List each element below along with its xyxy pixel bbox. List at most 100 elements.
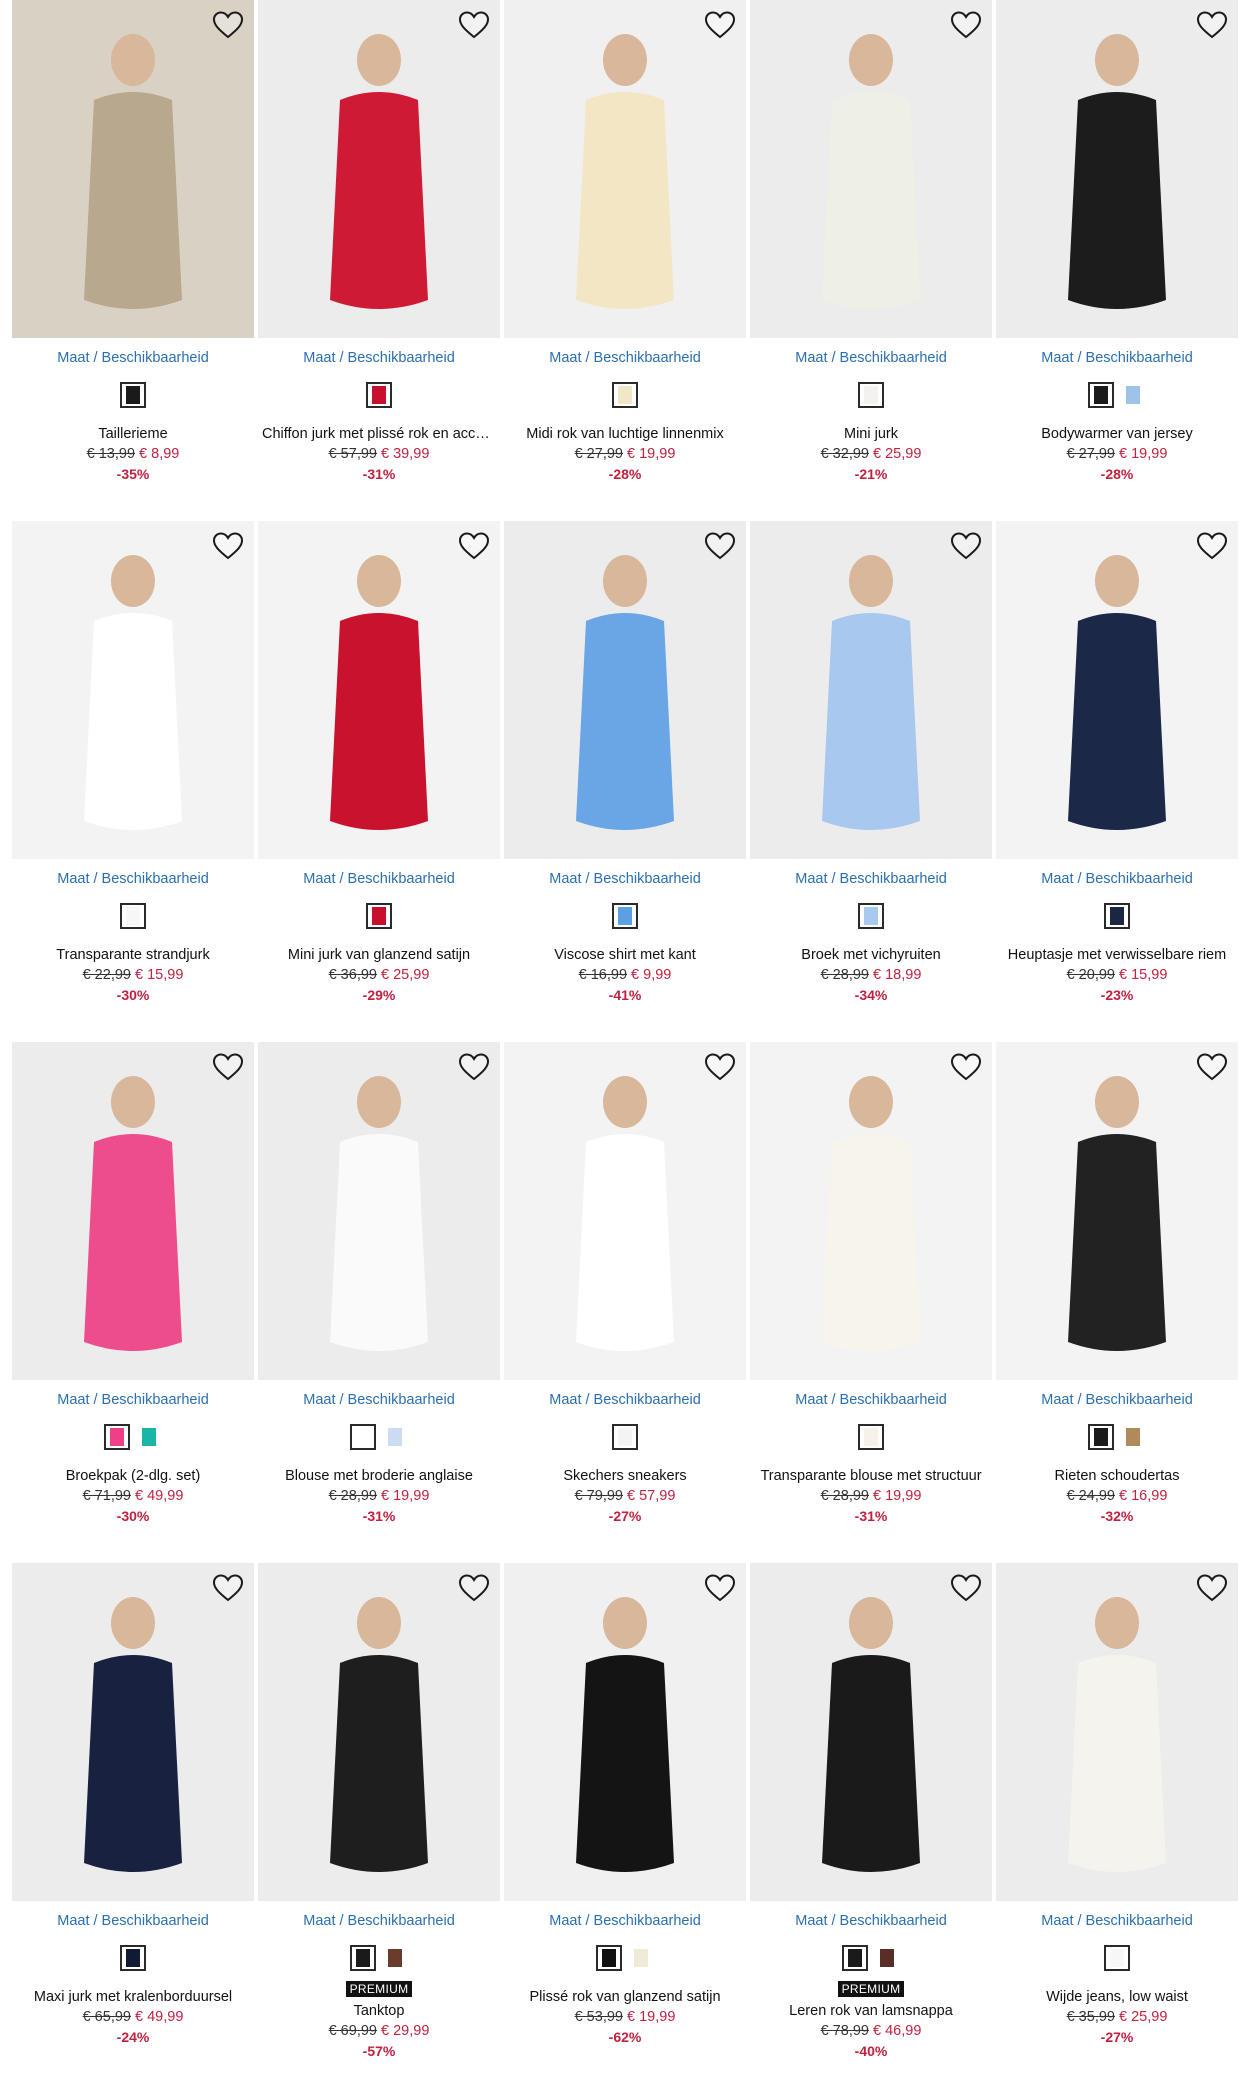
- color-swatch[interactable]: [1120, 1424, 1146, 1450]
- color-swatch[interactable]: [596, 1945, 622, 1971]
- color-swatch[interactable]: [120, 1945, 146, 1971]
- product-card[interactable]: Maat / Beschikbaarheid Taillerieme € 13,…: [12, 0, 254, 521]
- product-card[interactable]: Maat / Beschikbaarheid Skechers sneakers…: [504, 1042, 746, 1563]
- product-name[interactable]: Mini jurk van glanzend satijn: [258, 945, 500, 965]
- product-image[interactable]: [12, 521, 254, 859]
- product-name[interactable]: Mini jurk: [750, 424, 992, 444]
- product-card[interactable]: Maat / Beschikbaarheid Broek met vichyru…: [750, 521, 992, 1042]
- color-swatch[interactable]: [1088, 382, 1114, 408]
- wishlist-heart-icon[interactable]: [1196, 531, 1228, 561]
- wishlist-heart-icon[interactable]: [212, 10, 244, 40]
- product-card[interactable]: Maat / Beschikbaarheid Broekpak (2-dlg. …: [12, 1042, 254, 1563]
- color-swatch[interactable]: [628, 1945, 654, 1971]
- product-card[interactable]: Maat / Beschikbaarheid Rieten schouderta…: [996, 1042, 1238, 1563]
- product-image[interactable]: [12, 0, 254, 338]
- product-image[interactable]: [504, 521, 746, 859]
- size-availability-link[interactable]: Maat / Beschikbaarheid: [12, 1392, 254, 1408]
- product-card[interactable]: Maat / Beschikbaarheid Heuptasje met ver…: [996, 521, 1238, 1042]
- wishlist-heart-icon[interactable]: [458, 1052, 490, 1082]
- color-swatch[interactable]: [136, 1424, 162, 1450]
- product-name[interactable]: Maxi jurk met kralenborduursel: [12, 1987, 254, 2007]
- product-card[interactable]: Maat / Beschikbaarheid Transparante blou…: [750, 1042, 992, 1563]
- product-image[interactable]: [996, 1563, 1238, 1901]
- color-swatch[interactable]: [350, 1424, 376, 1450]
- product-image[interactable]: [750, 521, 992, 859]
- product-image[interactable]: [258, 1042, 500, 1380]
- product-image[interactable]: [750, 1563, 992, 1901]
- product-name[interactable]: Skechers sneakers: [504, 1466, 746, 1486]
- product-name[interactable]: Transparante blouse met structuur: [750, 1466, 992, 1486]
- product-card[interactable]: Maat / Beschikbaarheid Transparante stra…: [12, 521, 254, 1042]
- product-name[interactable]: Bodywarmer van jersey: [996, 424, 1238, 444]
- wishlist-heart-icon[interactable]: [704, 1052, 736, 1082]
- color-swatch[interactable]: [366, 382, 392, 408]
- product-image[interactable]: [504, 1042, 746, 1380]
- product-name[interactable]: Taillerieme: [12, 424, 254, 444]
- color-swatch[interactable]: [350, 1945, 376, 1971]
- color-swatch[interactable]: [1104, 1945, 1130, 1971]
- product-image[interactable]: [750, 0, 992, 338]
- wishlist-heart-icon[interactable]: [950, 10, 982, 40]
- wishlist-heart-icon[interactable]: [212, 1052, 244, 1082]
- product-name[interactable]: Rieten schoudertas: [996, 1466, 1238, 1486]
- product-card[interactable]: Maat / Beschikbaarheid Mini jurk € 32,99…: [750, 0, 992, 521]
- product-image[interactable]: [750, 1042, 992, 1380]
- wishlist-heart-icon[interactable]: [704, 531, 736, 561]
- size-availability-link[interactable]: Maat / Beschikbaarheid: [504, 871, 746, 887]
- product-image[interactable]: [258, 0, 500, 338]
- color-swatch[interactable]: [120, 903, 146, 929]
- product-name[interactable]: Broekpak (2-dlg. set): [12, 1466, 254, 1486]
- size-availability-link[interactable]: Maat / Beschikbaarheid: [750, 871, 992, 887]
- color-swatch[interactable]: [382, 1945, 408, 1971]
- wishlist-heart-icon[interactable]: [212, 531, 244, 561]
- product-name[interactable]: Tanktop: [258, 2001, 500, 2021]
- product-card[interactable]: Maat / Beschikbaarheid Viscose shirt met…: [504, 521, 746, 1042]
- product-image[interactable]: [504, 0, 746, 338]
- wishlist-heart-icon[interactable]: [212, 1573, 244, 1603]
- product-card[interactable]: Maat / Beschikbaarheid Wijde jeans, low …: [996, 1563, 1238, 2084]
- product-image[interactable]: [996, 0, 1238, 338]
- size-availability-link[interactable]: Maat / Beschikbaarheid: [258, 350, 500, 366]
- product-name[interactable]: Leren rok van lamsnappa: [750, 2001, 992, 2021]
- wishlist-heart-icon[interactable]: [950, 531, 982, 561]
- product-image[interactable]: [504, 1563, 746, 1901]
- wishlist-heart-icon[interactable]: [1196, 1052, 1228, 1082]
- color-swatch[interactable]: [382, 1424, 408, 1450]
- size-availability-link[interactable]: Maat / Beschikbaarheid: [504, 1392, 746, 1408]
- product-card[interactable]: Maat / Beschikbaarheid Mini jurk van gla…: [258, 521, 500, 1042]
- product-image[interactable]: [12, 1563, 254, 1901]
- product-name[interactable]: Blouse met broderie anglaise: [258, 1466, 500, 1486]
- wishlist-heart-icon[interactable]: [458, 1573, 490, 1603]
- color-swatch[interactable]: [1104, 903, 1130, 929]
- size-availability-link[interactable]: Maat / Beschikbaarheid: [996, 1913, 1238, 1929]
- product-card[interactable]: Maat / Beschikbaarheid Blouse met broder…: [258, 1042, 500, 1563]
- product-name[interactable]: Chiffon jurk met plissé rok en acce…: [258, 424, 500, 444]
- color-swatch[interactable]: [104, 1424, 130, 1450]
- color-swatch[interactable]: [120, 382, 146, 408]
- size-availability-link[interactable]: Maat / Beschikbaarheid: [12, 350, 254, 366]
- product-name[interactable]: Transparante strandjurk: [12, 945, 254, 965]
- size-availability-link[interactable]: Maat / Beschikbaarheid: [258, 871, 500, 887]
- product-card[interactable]: Maat / Beschikbaarheid Bodywarmer van je…: [996, 0, 1238, 521]
- product-image[interactable]: [996, 1042, 1238, 1380]
- size-availability-link[interactable]: Maat / Beschikbaarheid: [750, 1392, 992, 1408]
- color-swatch[interactable]: [858, 382, 884, 408]
- product-card[interactable]: Maat / Beschikbaarheid PREMIUM Leren rok…: [750, 1563, 992, 2084]
- product-card[interactable]: Maat / Beschikbaarheid PREMIUM Tanktop €…: [258, 1563, 500, 2084]
- product-name[interactable]: Wijde jeans, low waist: [996, 1987, 1238, 2007]
- color-swatch[interactable]: [1088, 1424, 1114, 1450]
- wishlist-heart-icon[interactable]: [458, 531, 490, 561]
- size-availability-link[interactable]: Maat / Beschikbaarheid: [504, 350, 746, 366]
- size-availability-link[interactable]: Maat / Beschikbaarheid: [996, 871, 1238, 887]
- product-image[interactable]: [258, 521, 500, 859]
- color-swatch[interactable]: [842, 1945, 868, 1971]
- size-availability-link[interactable]: Maat / Beschikbaarheid: [750, 350, 992, 366]
- product-name[interactable]: Heuptasje met verwisselbare riem: [996, 945, 1238, 965]
- size-availability-link[interactable]: Maat / Beschikbaarheid: [996, 1392, 1238, 1408]
- color-swatch[interactable]: [612, 903, 638, 929]
- wishlist-heart-icon[interactable]: [704, 1573, 736, 1603]
- product-card[interactable]: Maat / Beschikbaarheid Plissé rok van gl…: [504, 1563, 746, 2084]
- product-name[interactable]: Broek met vichyruiten: [750, 945, 992, 965]
- product-card[interactable]: Maat / Beschikbaarheid Chiffon jurk met …: [258, 0, 500, 521]
- size-availability-link[interactable]: Maat / Beschikbaarheid: [996, 350, 1238, 366]
